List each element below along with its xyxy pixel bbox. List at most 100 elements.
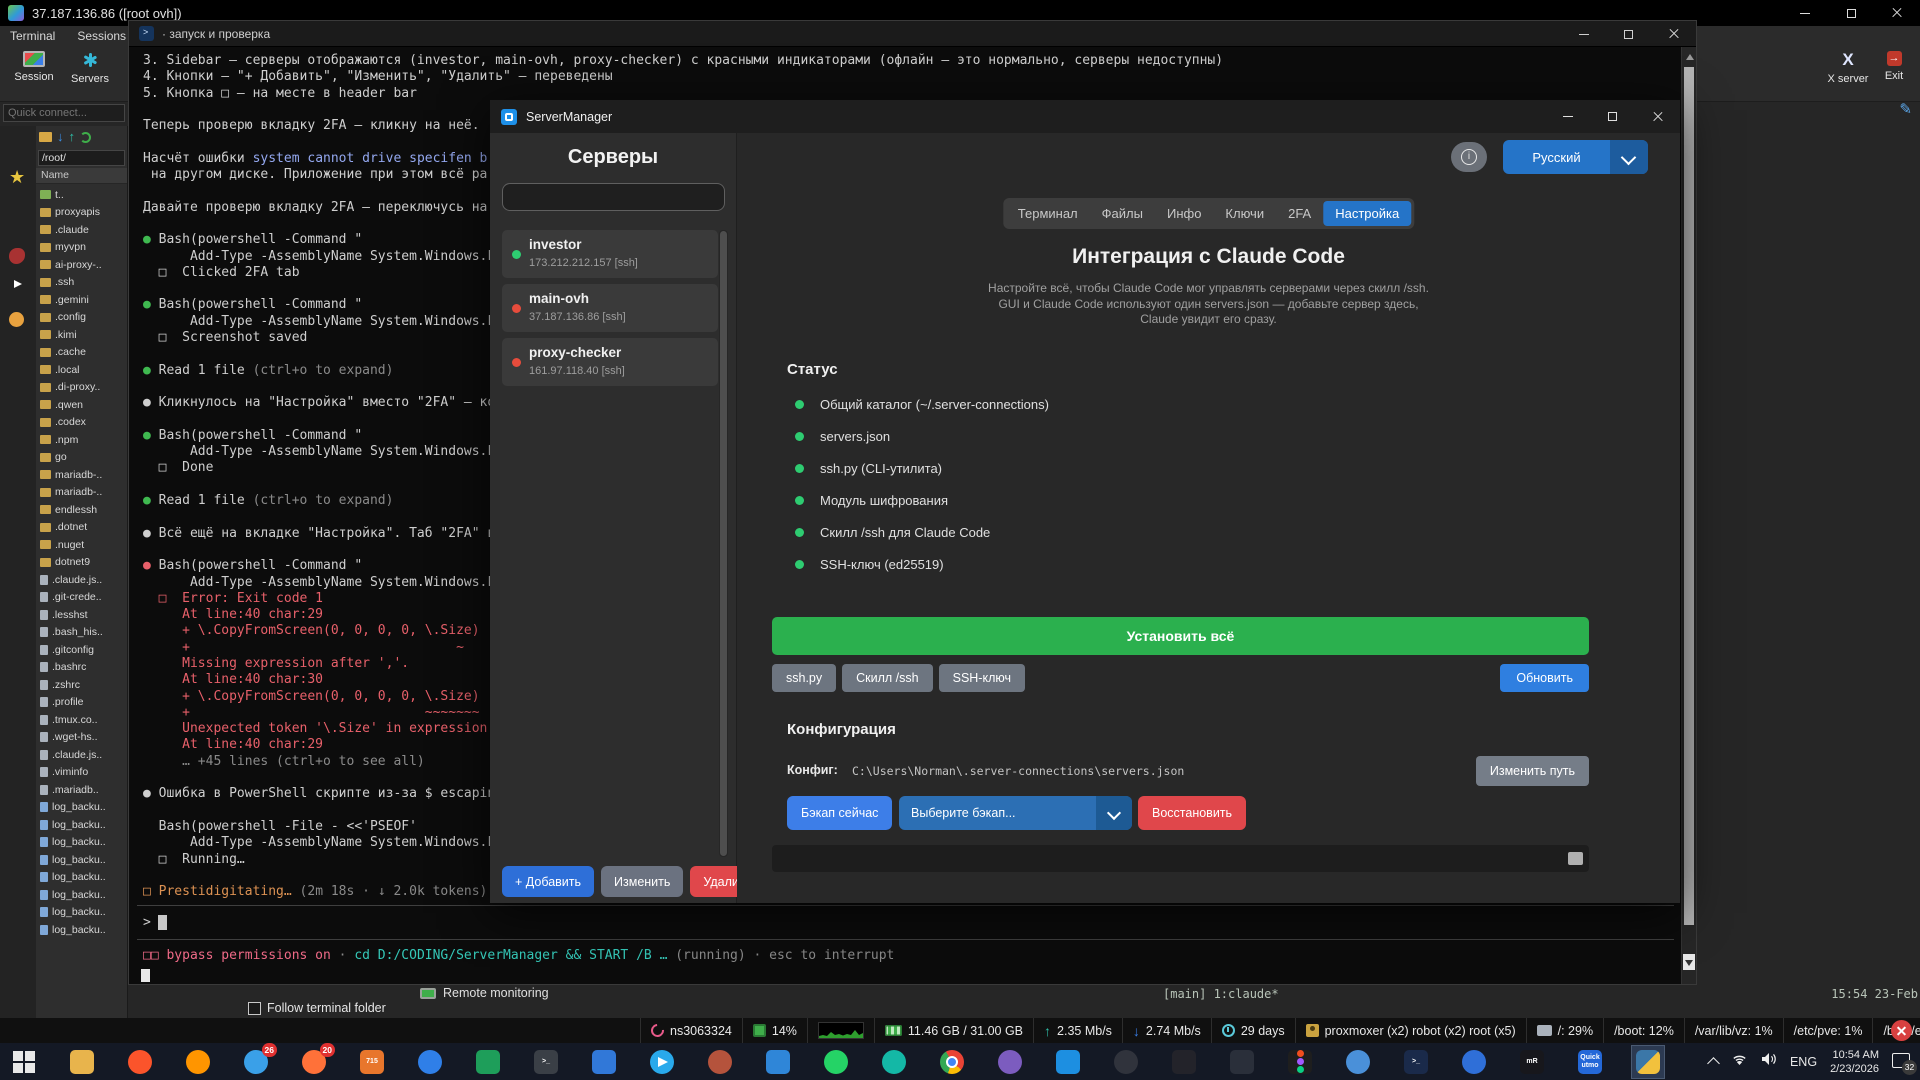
server-item-proxy-checker[interactable]: proxy-checker161.97.118.40 [ssh] [502, 338, 718, 386]
tab-Настройка[interactable]: Настройка [1323, 201, 1411, 226]
taskbar-icon-file-explorer[interactable] [66, 1046, 98, 1078]
file-row[interactable]: log_backu.. [36, 834, 127, 852]
wifi-icon[interactable] [1731, 1053, 1748, 1071]
download-icon[interactable] [57, 131, 64, 143]
language-dropdown[interactable]: Русский [1503, 140, 1648, 174]
tab-Файлы[interactable]: Файлы [1090, 201, 1155, 226]
terminal-close-button[interactable] [1651, 21, 1696, 47]
server-item-investor[interactable]: investor173.212.212.157 [ssh] [502, 230, 718, 278]
follow-terminal-folder[interactable]: Follow terminal folder [248, 1001, 386, 1015]
file-row[interactable]: .cache [36, 344, 127, 362]
scroll-down-icon[interactable] [1683, 954, 1695, 970]
info-button[interactable] [1451, 142, 1487, 172]
file-row[interactable]: go [36, 449, 127, 467]
taskbar-icon-whatsapp[interactable] [820, 1046, 852, 1078]
taskbar-icon-docker[interactable] [1052, 1046, 1084, 1078]
taskbar-icon-edge[interactable] [414, 1046, 446, 1078]
refresh-icon[interactable] [80, 132, 91, 143]
file-row[interactable]: .claude.js.. [36, 571, 127, 589]
change-path-button[interactable]: Изменить путь [1476, 756, 1589, 786]
file-row[interactable]: mariadb-.. [36, 466, 127, 484]
taskbar-icon-folder-app[interactable] [588, 1046, 620, 1078]
taskbar-icon-mremoteng[interactable]: mR [1516, 1046, 1548, 1078]
backup-select[interactable]: Выберите бэкап... [899, 796, 1132, 830]
file-row[interactable]: .git-crede.. [36, 589, 127, 607]
scrollbar-thumb[interactable] [720, 231, 727, 856]
install-all-button[interactable]: Установить всё [772, 617, 1589, 655]
horizontal-scrollbar[interactable] [772, 845, 1589, 872]
taskbar-icon-ticker[interactable]: 715 [356, 1046, 388, 1078]
edit-pencil-icon[interactable]: ✎ [1899, 100, 1912, 118]
sm-minimize-button[interactable] [1545, 100, 1590, 133]
sm-close-button[interactable] [1635, 100, 1680, 133]
server-item-main-ovh[interactable]: main-ovh37.187.136.86 [ssh] [502, 284, 718, 332]
file-row[interactable]: endlessh [36, 501, 127, 519]
restore-button[interactable]: Восстановить [1138, 796, 1246, 830]
file-row[interactable]: log_backu.. [36, 869, 127, 887]
tab-2FA[interactable]: 2FA [1276, 201, 1323, 226]
taskbar-icon-rdp[interactable] [1458, 1046, 1490, 1078]
sm-maximize-button[interactable] [1590, 100, 1635, 133]
session-button[interactable]: Session [6, 51, 62, 83]
file-row[interactable]: .bashrc [36, 659, 127, 677]
exit-button[interactable]: Exit [1872, 51, 1916, 82]
terminal-scrollbar[interactable] [1681, 47, 1696, 984]
maximize-button[interactable] [1828, 0, 1874, 26]
menu-terminal[interactable]: Terminal [10, 29, 55, 43]
file-row[interactable]: .codex [36, 414, 127, 432]
notification-dot-icon[interactable] [9, 312, 24, 327]
taskbar-icon-vscode[interactable] [762, 1046, 794, 1078]
taskbar-icon-figma[interactable] [1284, 1046, 1316, 1078]
component-button[interactable]: SSH-ключ [939, 664, 1025, 692]
taskbar-icon-viber[interactable] [994, 1046, 1026, 1078]
taskbar-icon-telegram[interactable] [646, 1046, 678, 1078]
taskbar-icon-start[interactable] [8, 1046, 40, 1078]
servers-button[interactable]: Servers [62, 51, 118, 85]
add-server-button[interactable]: + Добавить [502, 866, 594, 897]
input-language[interactable]: ENG [1790, 1055, 1817, 1069]
file-row[interactable]: .kimi [36, 326, 127, 344]
terminal-minimize-button[interactable] [1561, 21, 1606, 47]
file-row[interactable]: log_backu.. [36, 816, 127, 834]
taskbar-icon-chromium[interactable] [1342, 1046, 1374, 1078]
taskbar-icon-paint-app[interactable] [704, 1046, 736, 1078]
file-row[interactable]: dotnet9 [36, 554, 127, 572]
file-row[interactable]: .mariadb.. [36, 781, 127, 799]
tray-expand-icon[interactable] [1707, 1057, 1720, 1070]
file-row[interactable]: .wget-hs.. [36, 729, 127, 747]
checkbox[interactable] [248, 1002, 261, 1015]
taskbar-icon-firefox-dev[interactable]: 20 [298, 1046, 330, 1078]
taskbar-icon-terminal-app[interactable]: >_ [530, 1046, 562, 1078]
refresh-button[interactable]: Обновить [1500, 664, 1589, 692]
server-list-scrollbar[interactable] [719, 230, 728, 857]
file-row[interactable]: log_backu.. [36, 921, 127, 939]
tab-Ключи[interactable]: Ключи [1213, 201, 1276, 226]
file-row[interactable]: .tmux.co.. [36, 711, 127, 729]
statusbar-close-icon[interactable] [1891, 1020, 1912, 1041]
scroll-up-icon[interactable] [1686, 54, 1694, 60]
file-row[interactable]: ai-proxy-.. [36, 256, 127, 274]
component-button[interactable]: ssh.py [772, 664, 836, 692]
file-row[interactable]: myvpn [36, 239, 127, 257]
scrollbar-thumb[interactable] [1568, 852, 1583, 865]
name-column-header[interactable]: Name [36, 168, 127, 184]
upload-icon[interactable] [69, 131, 76, 143]
file-row[interactable]: .viminfo [36, 764, 127, 782]
taskbar-icon-devtool[interactable] [1226, 1046, 1258, 1078]
minimize-button[interactable] [1782, 0, 1828, 26]
backup-now-button[interactable]: Бэкап сейчас [787, 796, 892, 830]
taskbar-icon-intellij[interactable] [1168, 1046, 1200, 1078]
file-row[interactable]: .ssh [36, 274, 127, 292]
file-row[interactable]: t.. [36, 186, 127, 204]
close-button[interactable] [1874, 0, 1920, 26]
file-row[interactable]: log_backu.. [36, 904, 127, 922]
taskbar-icon-edge-beta[interactable]: 26 [240, 1046, 272, 1078]
file-row[interactable]: .profile [36, 694, 127, 712]
volume-icon[interactable] [1761, 1052, 1777, 1071]
file-row[interactable]: .gemini [36, 291, 127, 309]
folder-up-icon[interactable] [39, 132, 52, 142]
file-row[interactable]: .npm [36, 431, 127, 449]
menu-sessions[interactable]: Sessions [77, 29, 126, 43]
file-row[interactable]: log_backu.. [36, 851, 127, 869]
file-row[interactable]: .bash_his.. [36, 624, 127, 642]
